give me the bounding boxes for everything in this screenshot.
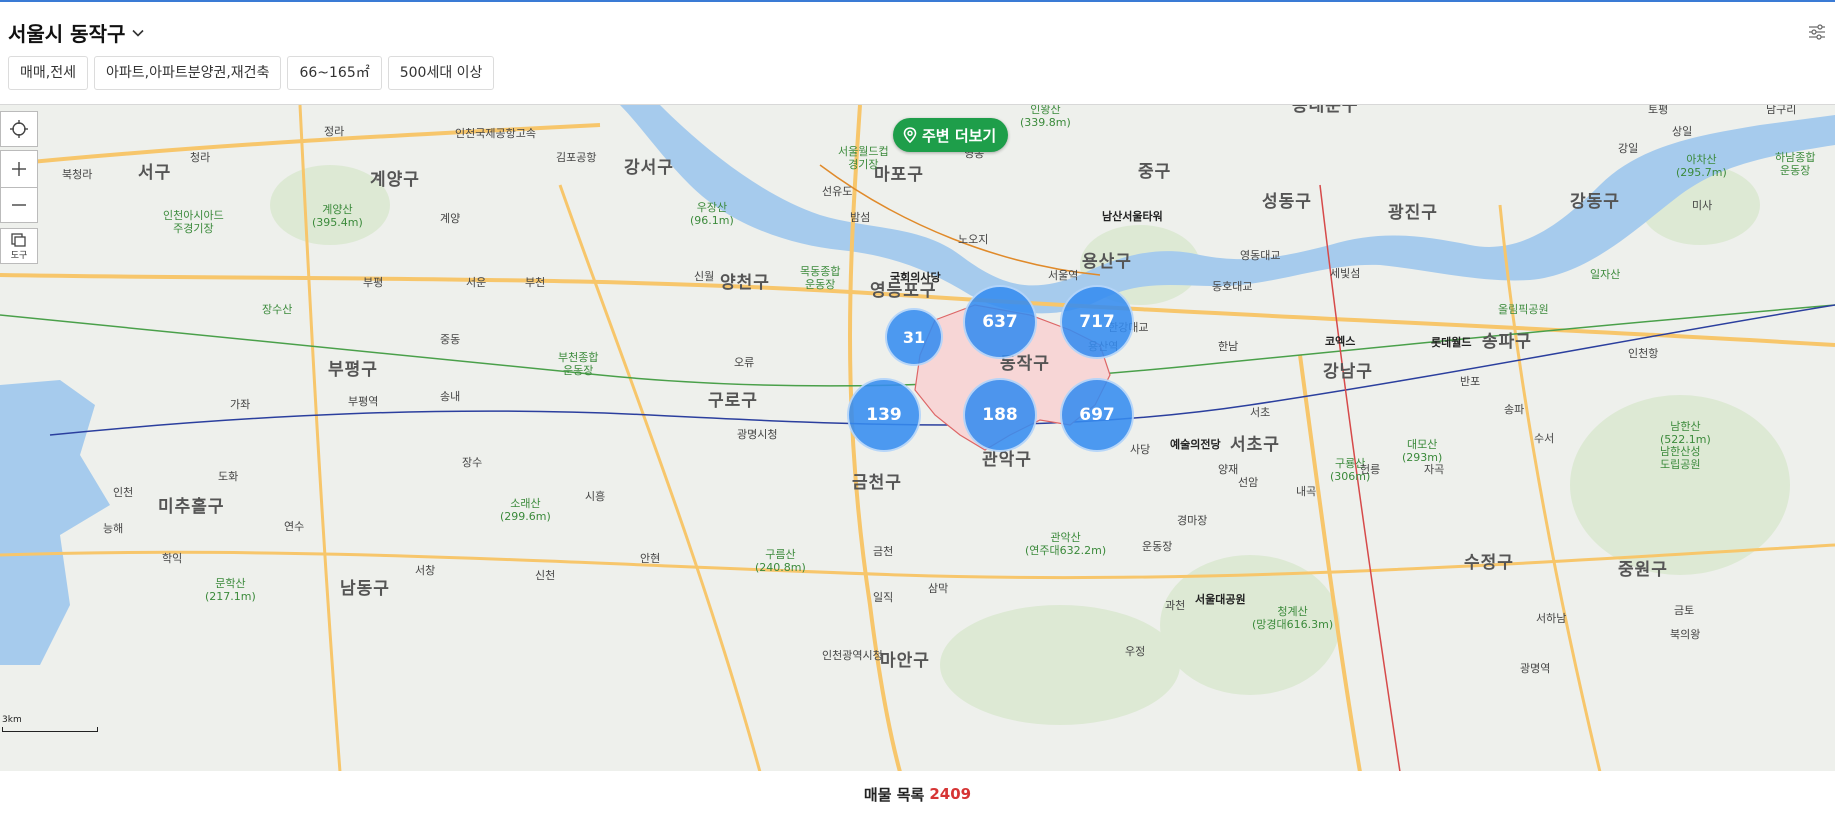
header: 서울시 동작구 매매,전세 아파트,아파트분양권,재건축 66~165㎡ 500… — [0, 2, 1835, 104]
zoom-out-button[interactable] — [0, 187, 38, 223]
map-view[interactable]: 서구 계양구 강서구 마포구 중구 성동구 광진구 강동구 용산구 양천구 영등… — [0, 104, 1835, 771]
map-base — [0, 105, 1835, 771]
listing-label: 매물 목록 — [863, 785, 925, 804]
my-location-button[interactable] — [0, 111, 38, 147]
listing-cluster[interactable]: 717 — [1060, 285, 1134, 359]
listing-count: 2409 — [929, 785, 972, 803]
zoom-in-button[interactable] — [0, 150, 38, 188]
layers-icon — [11, 232, 26, 247]
tools-label: 도구 — [10, 250, 28, 261]
location-pin-icon — [903, 127, 917, 143]
filter-settings-icon[interactable] — [1807, 22, 1827, 42]
filter-households[interactable]: 500세대 이상 — [387, 56, 495, 90]
chevron-down-icon — [132, 29, 144, 37]
listing-cluster[interactable]: 31 — [885, 308, 943, 366]
plus-icon — [12, 162, 26, 176]
listing-cluster[interactable]: 637 — [963, 285, 1037, 359]
listing-footer[interactable]: 매물 목록 2409 — [0, 771, 1835, 817]
region-selector[interactable]: 서울시 동작구 — [8, 18, 145, 47]
filter-bar: 매매,전세 아파트,아파트분양권,재건축 66~165㎡ 500세대 이상 — [8, 56, 495, 90]
filter-trade-type[interactable]: 매매,전세 — [8, 56, 88, 90]
crosshair-icon — [10, 120, 28, 138]
scale-bar — [2, 727, 98, 732]
filter-area[interactable]: 66~165㎡ — [287, 56, 382, 90]
tools-button[interactable]: 도구 — [0, 228, 38, 264]
filter-property-type[interactable]: 아파트,아파트분양권,재건축 — [93, 56, 282, 90]
listing-cluster[interactable]: 188 — [963, 378, 1037, 452]
nearby-more-button[interactable]: 주변 더보기 — [893, 118, 1009, 152]
listing-cluster[interactable]: 697 — [1060, 378, 1134, 452]
scale-label: 3km — [2, 715, 22, 725]
listing-cluster[interactable]: 139 — [847, 378, 921, 452]
minus-icon — [12, 204, 26, 206]
nearby-more-label: 주변 더보기 — [922, 126, 997, 145]
region-title: 서울시 동작구 — [8, 22, 126, 46]
